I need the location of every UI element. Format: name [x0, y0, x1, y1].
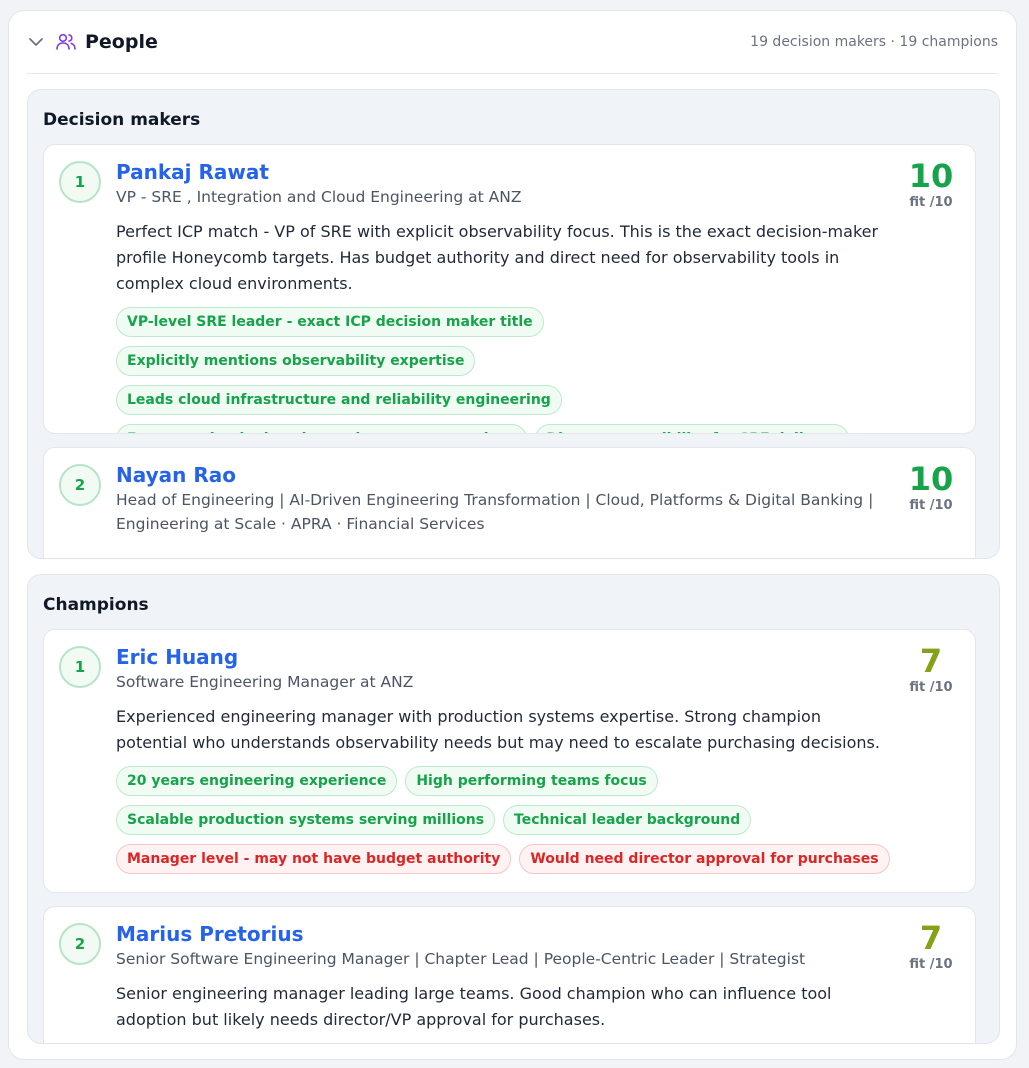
- people-panel: People 19 decision makers · 19 champions…: [8, 10, 1017, 1060]
- score-label: fit /10: [909, 680, 953, 695]
- person-name-link[interactable]: Nayan Rao: [116, 462, 236, 488]
- score-label: fit /10: [909, 498, 953, 513]
- positive-tag: High performing teams focus: [405, 766, 658, 796]
- person-card: 1 Pankaj Rawat VP - SRE , Integration an…: [43, 144, 976, 434]
- score-label: fit /10: [909, 195, 953, 210]
- champions-section: Champions 1 Eric Huang Software Engineer…: [27, 574, 1000, 1044]
- score-value: 10: [908, 460, 954, 498]
- score-value: 10: [908, 157, 954, 195]
- negative-tag: Manager level - may not have budget auth…: [116, 844, 512, 874]
- person-card: 2 Nayan Rao Head of Engineering | AI-Dri…: [43, 447, 976, 558]
- decision-makers-section: Decision makers 1 Pankaj Rawat VP - SRE …: [27, 89, 1000, 559]
- negative-tag: Would need director approval for purchas…: [519, 844, 890, 874]
- rank-badge: 2: [59, 464, 101, 506]
- section-title: Champions: [43, 595, 149, 615]
- panel-header: People 19 decision makers · 19 champions: [27, 11, 998, 74]
- users-icon: [55, 31, 77, 53]
- positive-tag: Scalable production systems serving mill…: [116, 805, 496, 835]
- section-title: Decision makers: [43, 110, 201, 130]
- positive-tag: VP-level SRE leader - exact ICP decision…: [116, 307, 544, 337]
- positive-tag: 20 years engineering experience: [116, 766, 398, 796]
- rank-badge: 1: [59, 646, 101, 688]
- positive-tag: Explicitly mentions observability expert…: [116, 346, 476, 376]
- score-value: 7: [919, 642, 943, 680]
- fit-score: 10 fit /10: [901, 462, 961, 513]
- rank-badge: 2: [59, 923, 101, 965]
- person-title: Senior Software Engineering Manager | Ch…: [116, 950, 806, 968]
- score-value: 7: [919, 919, 943, 957]
- people-counts: 19 decision makers · 19 champions: [750, 34, 998, 50]
- person-card: 1 Eric Huang Software Engineering Manage…: [43, 629, 976, 893]
- tag-list: VP-level SRE leader - exact ICP decision…: [116, 307, 896, 433]
- positive-tag: Focus on cloud migration and support ope…: [116, 424, 528, 433]
- person-card: 2 Marius Pretorius Senior Software Engin…: [43, 906, 976, 1043]
- positive-tag: Direct responsibility for SRE delivery: [535, 424, 850, 433]
- tag-list: 20 years engineering experience High per…: [116, 766, 896, 874]
- person-name-link[interactable]: Pankaj Rawat: [116, 159, 269, 185]
- person-summary: Perfect ICP match - VP of SRE with expli…: [116, 222, 879, 293]
- score-label: fit /10: [909, 957, 953, 972]
- person-title: Head of Engineering | AI-Driven Engineer…: [116, 491, 874, 533]
- person-name-link[interactable]: Eric Huang: [116, 644, 238, 670]
- person-summary: Senior engineering manager leading large…: [116, 984, 832, 1029]
- fit-score: 10 fit /10: [901, 159, 961, 210]
- panel-title: People: [85, 31, 158, 53]
- positive-tag: Leads cloud infrastructure and reliabili…: [116, 385, 562, 415]
- rank-badge: 1: [59, 161, 101, 203]
- fit-score: 7 fit /10: [901, 921, 961, 972]
- fit-score: 7 fit /10: [901, 644, 961, 695]
- person-name-link[interactable]: Marius Pretorius: [116, 921, 303, 947]
- chevron-down-icon[interactable]: [27, 33, 45, 51]
- person-title: Software Engineering Manager at ANZ: [116, 673, 414, 691]
- person-title: VP - SRE , Integration and Cloud Enginee…: [116, 188, 522, 206]
- positive-tag: Technical leader background: [503, 805, 752, 835]
- person-summary: Experienced engineering manager with pro…: [116, 707, 880, 752]
